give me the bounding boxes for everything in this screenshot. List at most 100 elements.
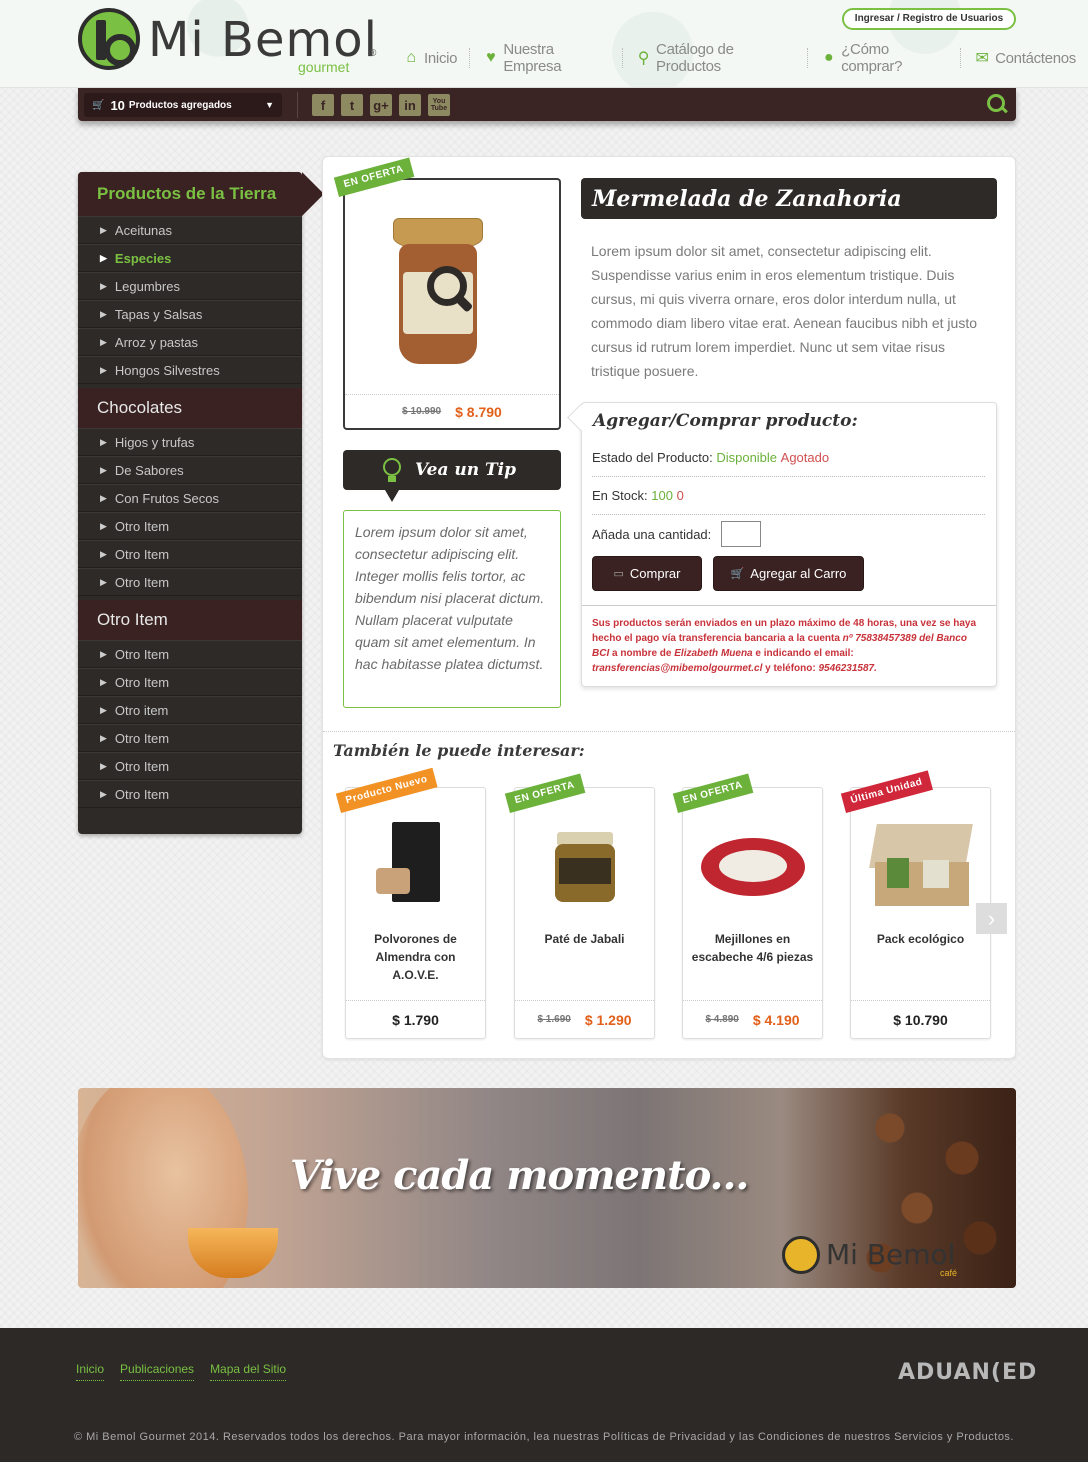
new-price: $ 1.290 bbox=[584, 1011, 632, 1028]
product-name: Pack ecológico bbox=[876, 932, 965, 946]
chevron-right-icon: ▶ bbox=[100, 732, 107, 743]
sidebar-item-label: Otro Item bbox=[114, 758, 170, 774]
sidebar-item[interactable]: ▶ Otro Item bbox=[78, 640, 302, 668]
product-description: Lorem ipsum dolor sit amet, consectetur … bbox=[591, 243, 978, 379]
footer-link-inicio[interactable]: Inicio bbox=[76, 1362, 105, 1381]
footer-link-publicaciones[interactable]: Publicaciones bbox=[120, 1362, 195, 1381]
nav-item-inicio[interactable]: ⌂ Inicio bbox=[402, 48, 471, 68]
product-title: Mermelada de Zanahoria bbox=[581, 178, 997, 219]
mail-icon: ✉ bbox=[975, 50, 989, 67]
social-links: f t g+ in You Tube bbox=[312, 94, 450, 116]
sidebar-item-active[interactable]: ▶ Especies bbox=[78, 244, 302, 272]
chevron-right-icon: ▶ bbox=[100, 648, 107, 659]
sidebar-item-label: Otro Item bbox=[114, 646, 170, 662]
sidebar-item[interactable]: ▶ Otro Item bbox=[78, 752, 302, 780]
sidebar-item[interactable]: ▶ Con Frutos Secos bbox=[78, 484, 302, 512]
nav-item-catalogo[interactable]: ⚲ Catálogo de Productos bbox=[623, 41, 809, 75]
add-to-cart-label: Agregar al Carro bbox=[750, 566, 847, 581]
chevron-right-icon: ▶ bbox=[100, 308, 107, 319]
nav-label: ¿Cómo comprar? bbox=[841, 41, 903, 75]
buy-button[interactable]: ▭ Comprar bbox=[592, 556, 702, 591]
advanced-logo[interactable]: ADUAN(ED bbox=[898, 1360, 1037, 1385]
sidebar-group-title[interactable]: Chocolates bbox=[78, 388, 302, 428]
logo-subtitle: gourmet bbox=[298, 59, 350, 75]
google-plus-icon[interactable]: g+ bbox=[370, 94, 392, 116]
cart-dropdown[interactable]: 🛒 10 Productos agregados ▼ bbox=[84, 93, 282, 117]
bulb-icon: ● bbox=[823, 49, 834, 66]
sidebar-item[interactable]: ▶ Otro Item bbox=[78, 724, 302, 752]
youtube-icon[interactable]: You Tube bbox=[428, 94, 450, 116]
tip-title: Vea un Tip bbox=[415, 460, 517, 480]
sidebar-item-label: Otro Item bbox=[114, 674, 170, 690]
sidebar-item[interactable]: ▶ Otro item bbox=[78, 696, 302, 724]
related-product-card[interactable]: Pack ecológico $ 10.790 bbox=[850, 787, 991, 1039]
cart-label: Productos agregados bbox=[128, 99, 232, 111]
product-image bbox=[376, 818, 456, 908]
linkedin-icon[interactable]: in bbox=[399, 94, 421, 116]
sidebar-item[interactable]: ▶ Aceitunas bbox=[78, 216, 302, 244]
quantity-input[interactable] bbox=[721, 521, 762, 547]
bulb-icon bbox=[383, 458, 401, 482]
sidebar-item[interactable]: ▶ Hongos Silvestres bbox=[78, 356, 302, 384]
stock-zero: 0 bbox=[676, 488, 684, 503]
product-price: $ 1.790 bbox=[392, 1011, 439, 1028]
buy-panel: Agregar/Comprar producto: Estado del Pro… bbox=[581, 402, 997, 687]
quantity-label: Añada una cantidad: bbox=[592, 526, 712, 542]
toolbar: 🛒 10 Productos agregados ▼ f t g+ in You… bbox=[78, 88, 1016, 121]
login-register-button[interactable]: Ingresar / Registro de Usuarios bbox=[842, 8, 1016, 30]
sidebar-item[interactable]: ▶ De Sabores bbox=[78, 456, 302, 484]
sidebar-item[interactable]: ▶ Higos y trufas bbox=[78, 428, 302, 456]
search-icon[interactable] bbox=[986, 93, 1008, 115]
toolbar-divider bbox=[297, 92, 298, 118]
old-price: $ 10.990 bbox=[402, 406, 442, 417]
nav-item-como-comprar[interactable]: ● ¿Cómo comprar? bbox=[808, 41, 962, 75]
related-product-card[interactable]: Paté de Jabali $ 1.690 $ 1.290 bbox=[514, 787, 655, 1039]
sidebar-item[interactable]: ▶ Otro Item bbox=[78, 780, 302, 808]
footer-link-mapa[interactable]: Mapa del Sitio bbox=[210, 1362, 287, 1381]
chevron-right-icon: ▶ bbox=[100, 788, 107, 799]
quantity-row: Añada una cantidad: bbox=[592, 515, 985, 553]
stock-value: 100 bbox=[651, 488, 673, 503]
home-icon: ⌂ bbox=[406, 49, 416, 66]
product-image-box[interactable]: $ 10.990 $ 8.790 bbox=[343, 178, 561, 430]
banner-logo-sub: café bbox=[940, 1268, 958, 1278]
sidebar-item[interactable]: ▶ Otro Item bbox=[78, 540, 302, 568]
tip-text: Lorem ipsum dolor sit amet, consectetur … bbox=[343, 510, 561, 708]
product-price: $ 10.790 bbox=[893, 1011, 948, 1028]
sidebar-item[interactable]: ▶ Otro Item bbox=[78, 668, 302, 696]
nav-label: Catálogo de Productos bbox=[656, 41, 734, 75]
note-text: a nombre de bbox=[612, 648, 672, 659]
brand-logo[interactable]: Mi Bemol gourmet ® bbox=[78, 6, 383, 78]
product-price-bar: $ 1.690 $ 1.290 bbox=[515, 1000, 654, 1038]
sidebar-item[interactable]: ▶ Tapas y Salsas bbox=[78, 300, 302, 328]
banner-logo-text: Mi Bemol bbox=[826, 1238, 956, 1271]
sidebar-group-title[interactable]: Productos de la Tierra bbox=[78, 172, 324, 216]
related-product-card[interactable]: Mejillones en escabeche 4/6 piezas $ 4.8… bbox=[682, 787, 823, 1039]
add-to-cart-button[interactable]: 🛒 Agregar al Carro bbox=[713, 556, 864, 591]
banner-headline: Vive cada momento... bbox=[290, 1152, 749, 1199]
sidebar-item[interactable]: ▶ Otro Item bbox=[78, 568, 302, 596]
twitter-icon[interactable]: t bbox=[341, 94, 363, 116]
carousel-next-icon[interactable]: › bbox=[976, 903, 1007, 934]
sidebar-item-label: Otro Item bbox=[114, 546, 170, 562]
chevron-right-icon: ▶ bbox=[100, 548, 107, 559]
zoom-icon[interactable] bbox=[427, 266, 479, 318]
sidebar-item[interactable]: ▶ Otro Item bbox=[78, 512, 302, 540]
sidebar-item[interactable]: ▶ Legumbres bbox=[78, 272, 302, 300]
promo-banner[interactable]: Vive cada momento... Mi Bemol café bbox=[78, 1088, 1016, 1288]
nav-item-empresa[interactable]: ♥ Nuestra Empresa bbox=[470, 41, 623, 75]
site-footer: Inicio Publicaciones Mapa del Sitio ADUA… bbox=[0, 1328, 1088, 1462]
sidebar-item-label: Aceitunas bbox=[114, 222, 173, 238]
sidebar-item[interactable]: ▶ Arroz y pastas bbox=[78, 328, 302, 356]
sidebar-group-title[interactable]: Otro Item bbox=[78, 600, 302, 640]
nav-item-contacto[interactable]: ✉ Contáctenos bbox=[961, 48, 1088, 68]
facebook-icon[interactable]: f bbox=[312, 94, 334, 116]
product-name: Paté de Jabali bbox=[544, 932, 625, 946]
sidebar-item-label: Otro Item bbox=[114, 518, 170, 534]
note-text: e indicando el email: bbox=[755, 648, 854, 659]
product-image bbox=[865, 818, 977, 908]
category-sidebar: Productos de la Tierra ▶ Aceitunas ▶ Espec… bbox=[78, 172, 324, 834]
chevron-right-icon: ▶ bbox=[100, 760, 107, 771]
related-product-card[interactable]: Polvorones de Almendra con A.O.V.E. $ 1.… bbox=[345, 787, 486, 1039]
product-price-bar: $ 10.990 $ 8.790 bbox=[345, 394, 559, 428]
